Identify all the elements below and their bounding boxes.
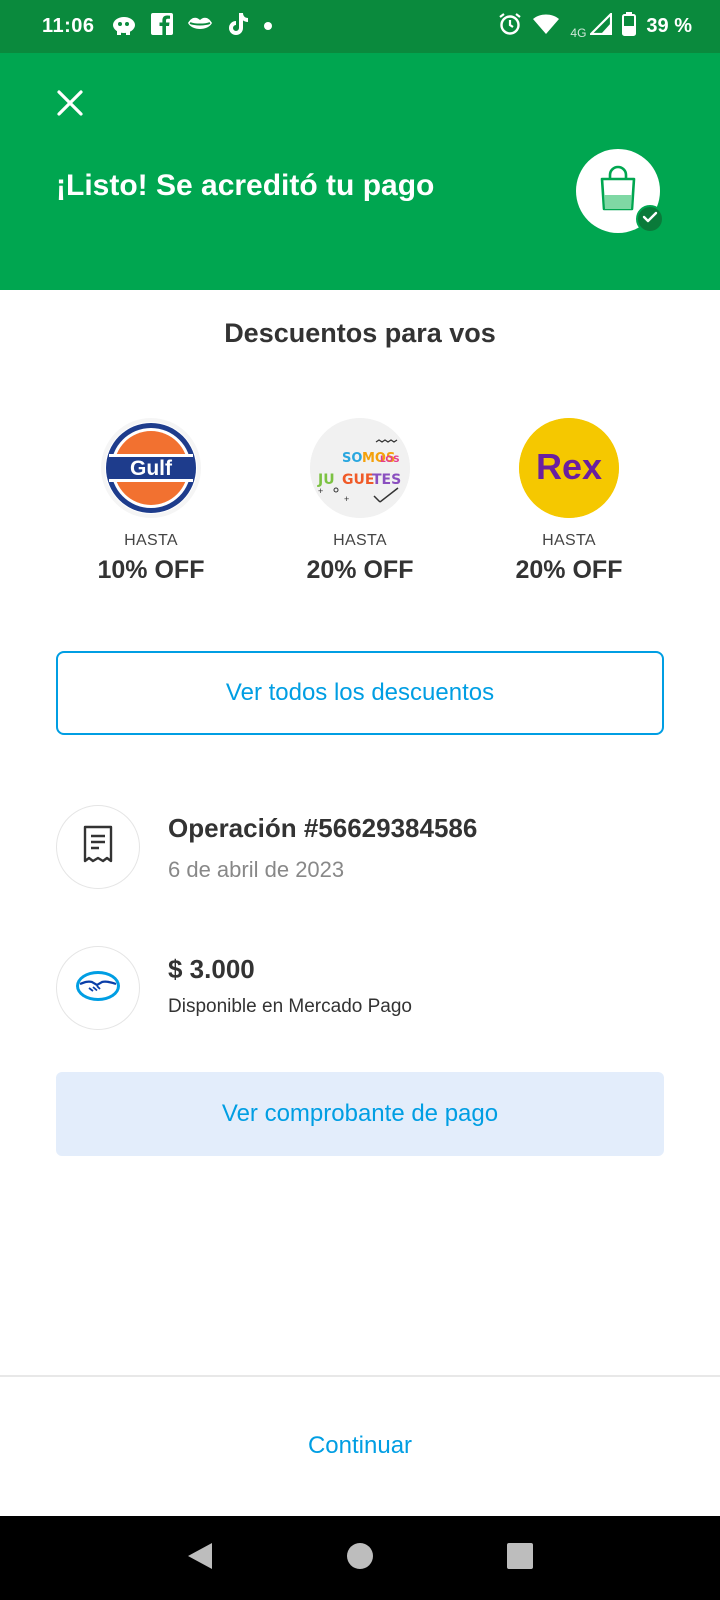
back-triangle-icon xyxy=(186,1541,214,1576)
navigation-bar xyxy=(0,1516,720,1600)
see-all-discounts-button[interactable]: Ver todos los descuentos xyxy=(56,651,664,735)
cloud-mascot-icon xyxy=(111,13,137,40)
rex-logo-text: Rex xyxy=(536,446,602,487)
operation-date: 6 de abril de 2023 xyxy=(168,857,345,882)
receipt-icon xyxy=(83,825,113,870)
back-button[interactable] xyxy=(170,1528,230,1588)
wifi-icon xyxy=(532,13,560,40)
status-time: 11:06 xyxy=(42,15,95,37)
somos-los-juguetes-logo: SO MOS LOS JU GUE TES + + xyxy=(310,418,410,518)
status-left: 11:06 xyxy=(42,12,273,41)
svg-text:TES: TES xyxy=(372,472,401,488)
svg-text:+: + xyxy=(344,494,349,504)
recents-square-icon xyxy=(507,1542,533,1574)
svg-text:GUE: GUE xyxy=(342,472,374,488)
tiktok-icon xyxy=(227,12,249,41)
check-badge xyxy=(636,205,664,233)
dot-icon xyxy=(263,18,273,36)
continue-button[interactable]: Continuar xyxy=(200,1404,520,1488)
lips-icon xyxy=(187,15,213,38)
amount-description: Disponible en Mercado Pago xyxy=(168,996,412,1017)
discounts-title: Descuentos para vos xyxy=(224,318,496,348)
rex-logo: Rex xyxy=(519,418,619,518)
success-header: ¡Listo! Se acreditó tu pago xyxy=(0,53,720,290)
footer-divider xyxy=(0,1375,720,1377)
gulf-logo-text: Gulf xyxy=(130,457,173,480)
close-icon xyxy=(56,89,84,122)
discounts-list: Gulf HASTA 10% OFF SO MOS LOS JU GUE TES… xyxy=(56,418,664,588)
amount-row: $ 3.000 Disponible en Mercado Pago xyxy=(56,946,664,1030)
svg-text:SO: SO xyxy=(342,451,362,466)
operation-number: Operación #56629384586 xyxy=(168,813,478,843)
svg-text:+: + xyxy=(318,486,323,496)
gulf-logo: Gulf xyxy=(101,418,201,518)
operation-row: Operación #56629384586 6 de abril de 202… xyxy=(56,805,664,889)
battery-percent: 39 % xyxy=(646,15,692,37)
discount-rex[interactable]: Rex HASTA 20% OFF xyxy=(474,418,664,588)
discount-gulf[interactable]: Gulf HASTA 10% OFF xyxy=(56,418,246,588)
discount-hasta: HASTA xyxy=(124,532,178,549)
amount-icon-circle xyxy=(56,946,140,1030)
status-right: 4G 39 % xyxy=(498,11,692,41)
header-title: ¡Listo! Se acreditó tu pago xyxy=(56,169,435,202)
discount-value: 10% OFF xyxy=(97,556,205,584)
home-circle-icon xyxy=(346,1542,374,1575)
shopping-bag-icon xyxy=(596,165,640,218)
recents-button[interactable] xyxy=(490,1528,550,1588)
discount-hasta: HASTA xyxy=(333,532,387,549)
view-receipt-button[interactable]: Ver comprobante de pago xyxy=(56,1072,664,1156)
network-type: 4G xyxy=(570,26,587,40)
notification-icons xyxy=(111,12,273,41)
battery-icon xyxy=(622,12,637,41)
operation-icon-circle xyxy=(56,805,140,889)
signal-icon xyxy=(588,11,613,40)
discount-hasta: HASTA xyxy=(542,532,596,549)
status-bar: 11:06 4G 39 % xyxy=(0,0,720,53)
discount-value: 20% OFF xyxy=(306,556,414,584)
close-button[interactable] xyxy=(50,85,90,125)
amount-value: $ 3.000 xyxy=(168,954,255,984)
svg-text:LOS: LOS xyxy=(380,455,400,465)
check-icon xyxy=(642,210,658,229)
home-button[interactable] xyxy=(330,1528,390,1588)
mercado-pago-handshake-icon xyxy=(75,970,121,1007)
facebook-icon xyxy=(150,13,173,40)
alarm-icon xyxy=(498,12,522,41)
discount-somos-los-juguetes[interactable]: SO MOS LOS JU GUE TES + + HASTA 20% OFF xyxy=(265,418,455,588)
discount-value: 20% OFF xyxy=(515,556,623,584)
